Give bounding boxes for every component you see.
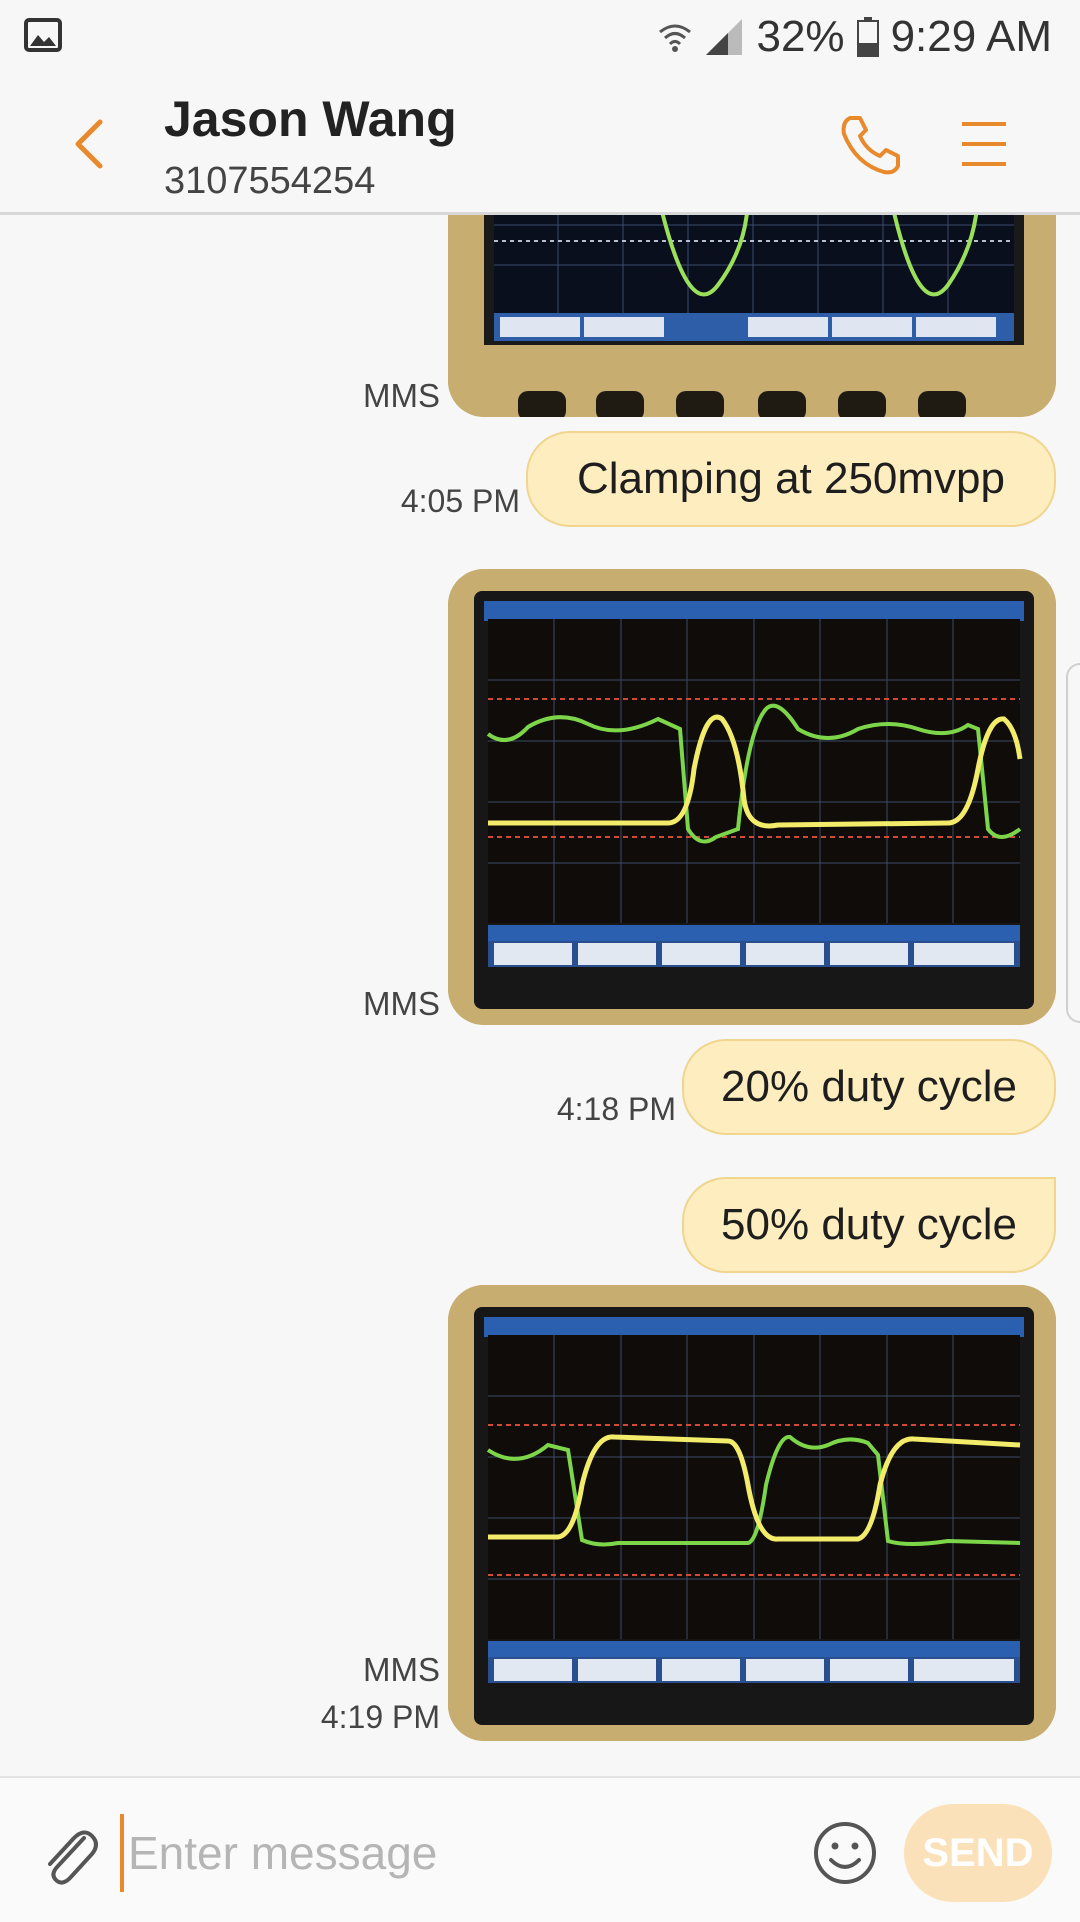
message-composer: SEND (0, 1776, 1080, 1922)
battery-icon (856, 17, 879, 57)
wifi-icon (659, 24, 692, 52)
contact-number: 3107554254 (164, 160, 376, 202)
gallery-icon (24, 18, 62, 52)
message-timestamp: 4:18 PM (556, 1091, 676, 1127)
message-type-label: MMS (363, 985, 440, 1022)
status-right: 32% 9:29 AM (658, 12, 1052, 62)
message-input[interactable] (120, 1814, 790, 1892)
phone-icon[interactable] (836, 112, 904, 178)
mms-image-2[interactable] (448, 569, 1056, 1025)
emoji-icon[interactable] (812, 1820, 878, 1886)
signal-icon (706, 19, 743, 55)
message-timestamp: 4:19 PM (320, 1699, 440, 1735)
message-bubble[interactable]: Clamping at 250mvpp (526, 431, 1056, 527)
message-timestamp: 4:05 PM (400, 483, 520, 519)
message-list[interactable]: MMS Clamping at 250mvpp 4:05 PM MMS 20% … (0, 215, 1080, 1775)
send-button[interactable]: SEND (904, 1804, 1052, 1902)
scrollbar[interactable] (1066, 663, 1080, 1023)
mms-image-1[interactable] (448, 215, 1056, 417)
clock: 9:29 AM (890, 12, 1052, 61)
back-arrow-icon[interactable] (68, 116, 118, 172)
message-type-label: MMS (363, 1651, 440, 1688)
menu-icon[interactable] (958, 116, 1010, 172)
message-bubble[interactable]: 20% duty cycle (682, 1039, 1056, 1135)
mms-image-3[interactable] (448, 1285, 1056, 1741)
contact-name: Jason Wang (164, 91, 457, 147)
battery-percent: 32% (756, 12, 845, 61)
conversation-header: Jason Wang 3107554254 (0, 72, 1080, 215)
message-type-label: MMS (363, 377, 440, 414)
message-bubble[interactable]: 50% duty cycle (682, 1177, 1056, 1273)
paperclip-icon[interactable] (36, 1818, 100, 1888)
status-bar: 32% 9:29 AM (0, 0, 1080, 72)
